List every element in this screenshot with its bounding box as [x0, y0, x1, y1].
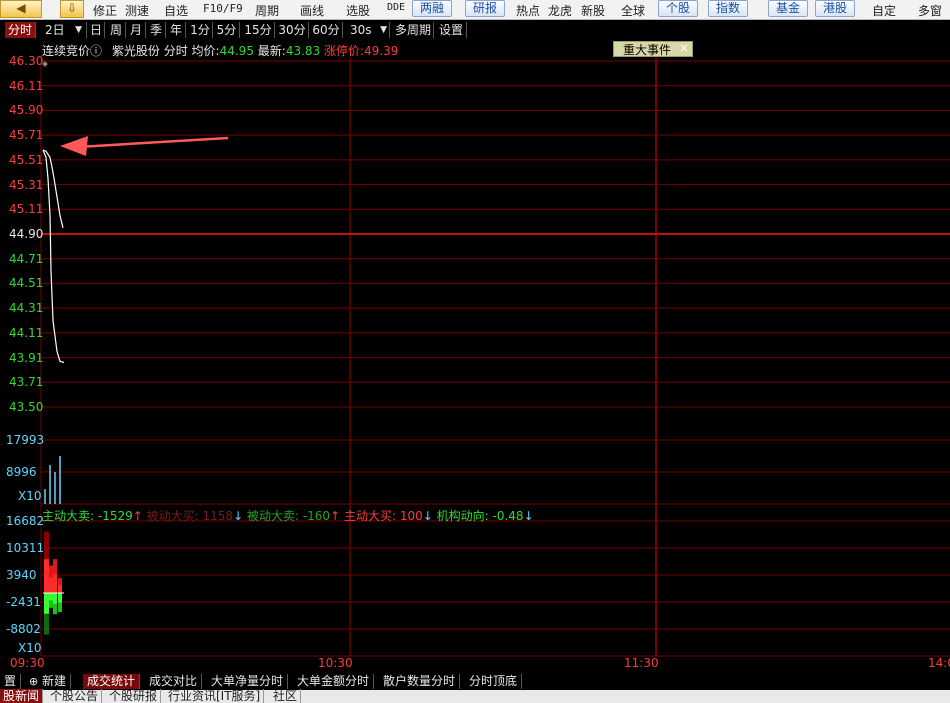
- flow-bar-positive-inner: [53, 574, 57, 593]
- volume-tick-label: X10: [18, 489, 42, 503]
- tab-big-amount[interactable]: 大单金额分时: [293, 674, 375, 689]
- arrow-up-icon: ↑: [132, 509, 143, 523]
- active-sell-value: -1529: [97, 509, 133, 523]
- annotation-arrow-shaft: [77, 136, 229, 149]
- price-tick-label: 43.91: [9, 350, 44, 365]
- passive-buy-label: 被动大买:: [146, 509, 199, 523]
- time-tick-label: 09:30: [10, 656, 45, 670]
- time-tick-label: 14:00: [928, 656, 950, 670]
- flow-bar-negative-inner: [58, 593, 62, 603]
- indicator-tabs: 置 ⊕ 新建 成交统计 成交对比 大单净量分时 大单金额分时 散户数量分时 分时…: [0, 673, 950, 690]
- tab-stock-news[interactable]: 股新闻: [0, 689, 44, 703]
- price-tick-label: 45.31: [9, 177, 44, 192]
- order-stats-line: 主动大卖: -1529↑ 被动大买: 1158↓ 被动大卖: -160↑ 主动大…: [42, 507, 534, 524]
- flow-bar-positive-inner: [49, 577, 53, 593]
- price-tick-label: 44.11: [9, 325, 44, 340]
- price-tick-label: 43.50: [9, 400, 44, 414]
- passive-sell-value: -160: [302, 509, 331, 523]
- active-buy-value: 100: [399, 509, 423, 523]
- tab-new[interactable]: ⊕ 新建: [25, 674, 72, 689]
- institution-value: -0.48: [492, 509, 524, 523]
- price-tick-label: 44.71: [9, 251, 44, 266]
- chart-grid: [40, 58, 950, 657]
- price-tick-label: 44.51: [9, 276, 44, 291]
- price-tick-label: 44.31: [9, 301, 44, 316]
- flow-bar-negative-inner: [44, 593, 49, 614]
- tab-big-net[interactable]: 大单净量分时: [207, 674, 289, 689]
- price-tick-label: 45.11: [9, 202, 44, 217]
- tab-stock-research[interactable]: 个股研报: [106, 689, 162, 703]
- flow-bar-positive-inner: [44, 559, 49, 593]
- flow-tick-label: X10: [18, 641, 42, 655]
- volume-tick-label: 17993: [6, 433, 45, 447]
- avg-line: [42, 149, 65, 364]
- flow-tick-label: 16682: [6, 514, 45, 528]
- arrow-down-icon: ↓: [523, 509, 534, 523]
- flow-bar-negative-inner: [53, 593, 57, 604]
- arrow-up-icon: ↑: [330, 509, 341, 523]
- robot-icon: ⊕: [29, 675, 39, 688]
- news-tabs: 股新闻 个股公告 个股研报 行业资讯[IT服务] 社区: [0, 689, 950, 703]
- flow-tick-label: -2431: [6, 595, 41, 609]
- price-tick-label: 44.90: [9, 227, 44, 241]
- passive-buy-value: 1158: [202, 509, 234, 523]
- tab-trade-stats[interactable]: 成交统计: [83, 674, 141, 689]
- price-tick-label: 45.71: [9, 128, 44, 143]
- tab-stock-notice[interactable]: 个股公告: [47, 689, 103, 703]
- close-icon[interactable]: ×: [679, 41, 689, 55]
- tab-industry-news[interactable]: 行业资讯[IT服务]: [165, 689, 265, 703]
- flow-bar-negative-inner: [49, 593, 53, 601]
- flow-tick-label: 10311: [6, 541, 45, 555]
- price-tick-label: 43.71: [9, 375, 44, 390]
- active-buy-label: 主动大买:: [343, 509, 396, 523]
- flow-bar-positive-inner: [58, 584, 62, 593]
- price-tick-label: 45.51: [9, 152, 44, 167]
- price-tick-label: 46.11: [9, 78, 44, 93]
- time-tick-label: 11:30: [624, 656, 659, 670]
- chart-marks: [42, 61, 229, 635]
- institution-label: 机构动向:: [436, 509, 489, 523]
- volume-tick-label: 8996: [6, 465, 37, 479]
- active-sell-label: 主动大卖:: [42, 509, 95, 523]
- tab-settings[interactable]: 置: [0, 674, 22, 689]
- flow-tick-label: -8802: [6, 622, 41, 636]
- tab-retail-count[interactable]: 散户数量分时: [379, 674, 461, 689]
- annotation-arrow-head: [60, 136, 88, 156]
- tab-community[interactable]: 社区: [270, 689, 302, 703]
- tab-top-bottom[interactable]: 分时顶底: [465, 674, 523, 689]
- flow-tick-label: 3940: [6, 568, 37, 582]
- price-tick-label: 45.90: [9, 103, 44, 118]
- passive-sell-label: 被动大卖:: [246, 509, 299, 523]
- intraday-chart[interactable]: [0, 0, 950, 703]
- arrow-down-icon: ↓: [422, 509, 433, 523]
- price-tick-label: 46.30: [9, 54, 44, 68]
- tab-trade-compare[interactable]: 成交对比: [145, 674, 203, 689]
- time-tick-label: 10:30: [318, 656, 353, 670]
- arrow-down-icon: ↓: [233, 509, 244, 523]
